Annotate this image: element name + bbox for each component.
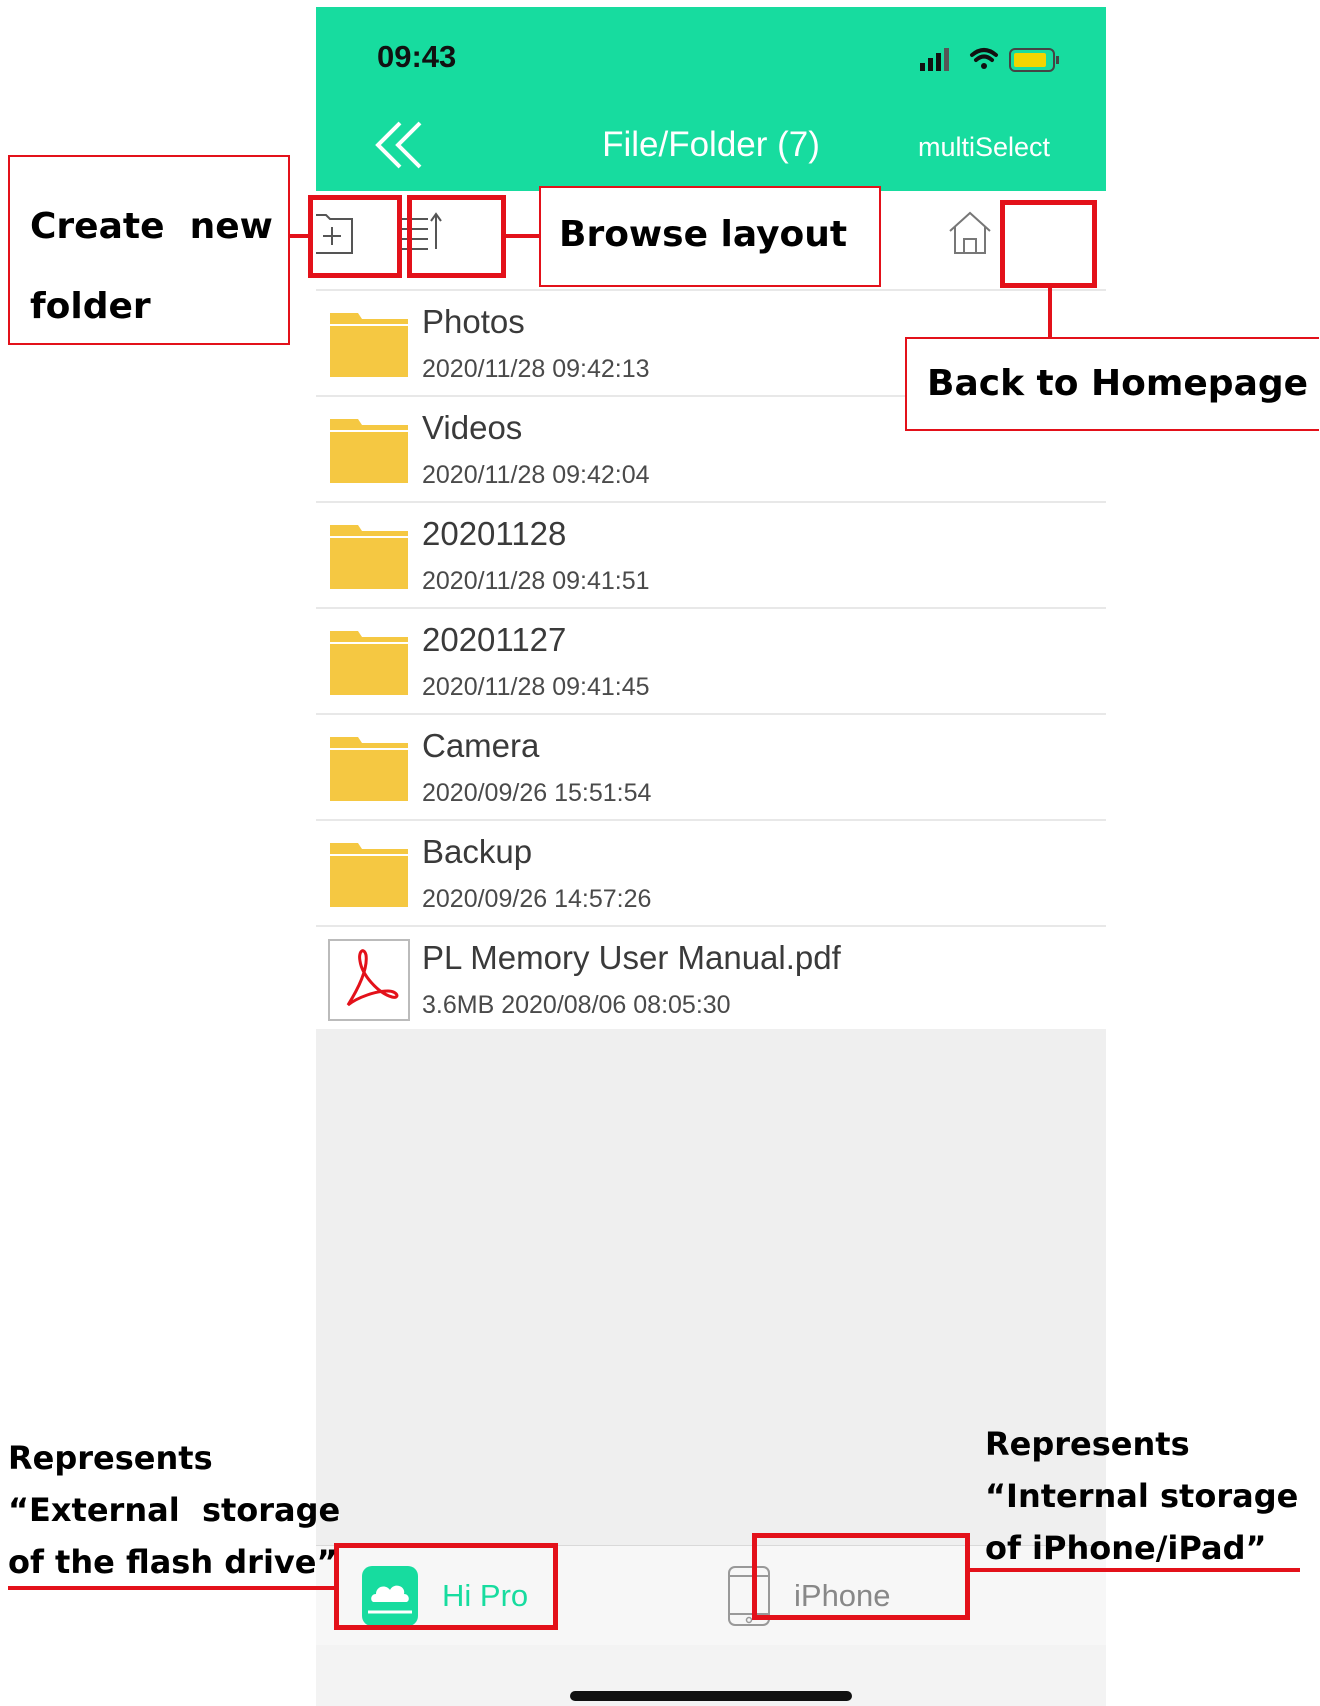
tab-iphone-label: iPhone bbox=[794, 1578, 891, 1613]
folder-icon bbox=[330, 737, 408, 801]
callout-text: folder bbox=[30, 286, 151, 327]
phone-icon bbox=[728, 1566, 770, 1626]
callout-text: Back to Homepage bbox=[927, 363, 1309, 404]
browse-layout-button[interactable] bbox=[378, 191, 462, 275]
list-item[interactable]: 20201128 2020/11/28 09:41:51 bbox=[316, 503, 1106, 609]
tab-hipro[interactable]: Hi Pro bbox=[360, 1546, 528, 1646]
file-name: Camera bbox=[422, 727, 540, 764]
callout-text: Browse layout bbox=[559, 214, 848, 255]
folder-icon bbox=[330, 313, 408, 377]
folder-icon bbox=[330, 631, 408, 695]
file-name: Backup bbox=[422, 833, 533, 870]
new-folder-button[interactable] bbox=[316, 191, 374, 275]
list-layout-icon bbox=[400, 212, 442, 250]
pdf-icon bbox=[328, 939, 410, 1021]
callout-create-folder: Create new folder bbox=[8, 155, 290, 345]
multiselect-button[interactable]: multiSelect bbox=[918, 132, 1050, 163]
status-time: 09:43 bbox=[377, 39, 457, 74]
list-item[interactable]: Camera 2020/09/26 15:51:54 bbox=[316, 715, 1106, 821]
label-line: “External storage bbox=[8, 1491, 341, 1529]
signal-icon bbox=[920, 48, 949, 71]
tab-hipro-label: Hi Pro bbox=[442, 1578, 529, 1613]
file-name: Photos bbox=[422, 303, 525, 340]
internal-storage-label: Represents “Internal storage of iPhone/i… bbox=[985, 1418, 1298, 1574]
connector-line bbox=[504, 234, 540, 238]
connector-line bbox=[1048, 288, 1052, 337]
file-meta: 2020/09/26 14:57:26 bbox=[422, 885, 652, 913]
label-line: Represents bbox=[8, 1439, 213, 1477]
list-item[interactable]: Backup 2020/09/26 14:57:26 bbox=[316, 821, 1106, 927]
file-meta: 2020/11/28 09:42:04 bbox=[422, 461, 650, 489]
list-item[interactable]: 20201127 2020/11/28 09:41:45 bbox=[316, 609, 1106, 715]
callout-browse-layout: Browse layout bbox=[539, 186, 881, 287]
battery-icon bbox=[1009, 48, 1059, 72]
file-meta: 2020/11/28 09:41:51 bbox=[422, 567, 650, 595]
file-meta: 2020/11/28 09:41:45 bbox=[422, 673, 650, 701]
home-button[interactable] bbox=[928, 191, 1012, 275]
status-icons bbox=[920, 48, 1059, 72]
folder-icon bbox=[330, 419, 408, 483]
callout-back-home: Back to Homepage bbox=[905, 337, 1319, 431]
file-meta: 3.6MB 2020/08/06 08:05:30 bbox=[422, 991, 731, 1019]
file-meta: 2020/09/26 15:51:54 bbox=[422, 779, 652, 807]
app-header: 09:43 File/Folder (7) multiSelect bbox=[316, 7, 1106, 191]
file-name: PL Memory User Manual.pdf bbox=[422, 939, 841, 976]
home-icon bbox=[949, 211, 991, 254]
folder-icon bbox=[330, 843, 408, 907]
label-line: Represents bbox=[985, 1425, 1190, 1463]
file-meta: 2020/11/28 09:42:13 bbox=[422, 355, 650, 383]
file-name: Videos bbox=[422, 409, 523, 446]
external-storage-label: Represents “External storage of the flas… bbox=[8, 1432, 340, 1588]
new-folder-icon bbox=[316, 214, 353, 254]
home-indicator[interactable] bbox=[570, 1691, 852, 1701]
wifi-icon bbox=[970, 48, 998, 69]
folder-icon bbox=[330, 525, 408, 589]
cloud-drive-icon bbox=[362, 1566, 418, 1626]
file-name: 20201128 bbox=[422, 515, 567, 552]
callout-text: Create new bbox=[30, 206, 273, 247]
tab-iphone[interactable]: iPhone bbox=[726, 1546, 891, 1646]
label-line: of iPhone/iPad” bbox=[985, 1529, 1267, 1567]
label-line: of the flash drive” bbox=[8, 1543, 338, 1581]
file-name: 20201127 bbox=[422, 621, 567, 658]
label-line: “Internal storage bbox=[985, 1477, 1299, 1515]
list-item[interactable]: PL Memory User Manual.pdf 3.6MB 2020/08/… bbox=[316, 927, 1106, 1033]
home-indicator-area bbox=[316, 1645, 1106, 1706]
